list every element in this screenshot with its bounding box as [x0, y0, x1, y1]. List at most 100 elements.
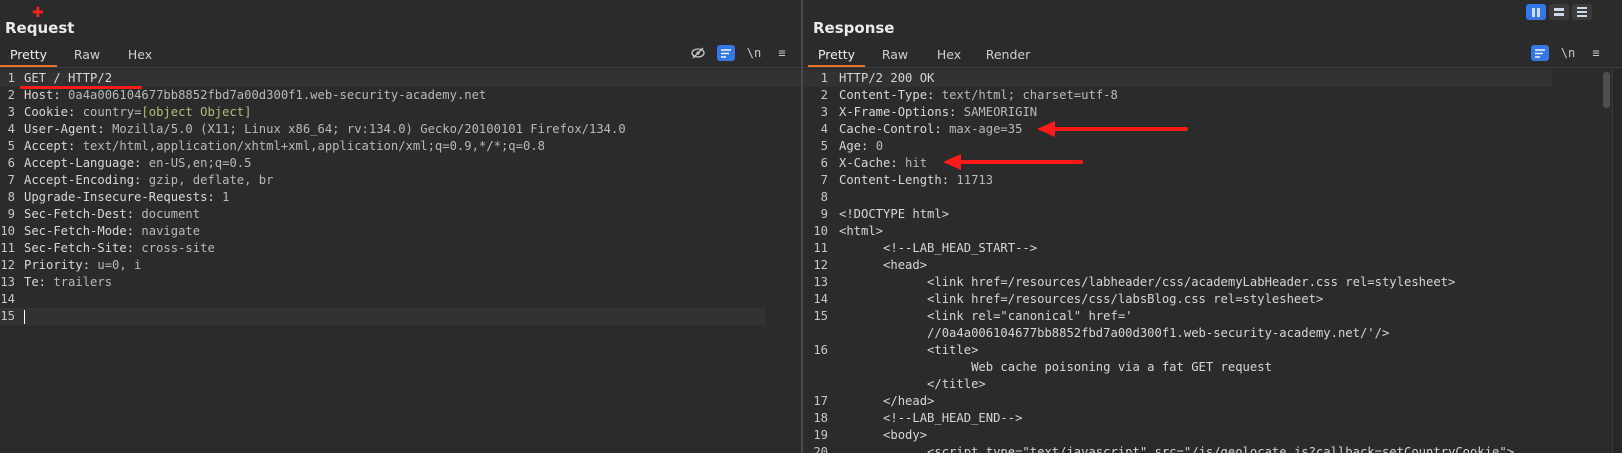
request-tab-pretty[interactable]: Pretty — [0, 43, 57, 67]
code-line[interactable]: 9 Sec-Fetch-Dest: document — [0, 206, 801, 223]
code-line[interactable]: 16 <title> — [803, 342, 1622, 359]
response-scrollbar[interactable] — [1603, 72, 1610, 108]
response-tab-pretty[interactable]: Pretty — [808, 43, 865, 67]
response-tab-raw[interactable]: Raw — [865, 43, 925, 67]
code-text: Upgrade-Insecure-Requests: 1 — [24, 189, 229, 206]
layout-tabs-icon[interactable] — [1572, 4, 1592, 20]
line-number: 15 — [0, 309, 15, 323]
header-name: Content-Length: — [839, 173, 957, 187]
code-line[interactable]: 3 X-Frame-Options: SAMEORIGIN — [803, 104, 1622, 121]
code-line[interactable]: 2 Content-Type: text/html; charset=utf-8 — [803, 87, 1622, 104]
code-line[interactable]: 4 User-Agent: Mozilla/5.0 (X11; Linux x86… — [0, 121, 801, 138]
line-number: 10 — [813, 224, 828, 238]
code-line[interactable]: 11 Sec-Fetch-Site: cross-site — [0, 240, 801, 257]
code-line[interactable]: 2 Host: 0a4a006104677bb8852fbd7a00d300f1.… — [0, 87, 801, 104]
code-line[interactable]: 1 HTTP/2 200 OK — [803, 70, 1552, 87]
code-line[interactable]: 6 Accept-Language: en-US,en;q=0.5 — [0, 155, 801, 172]
code-text: Content-Type: text/html; charset=utf-8 — [839, 87, 1118, 104]
code-line[interactable]: 14 <link href=/resources/css/labsBlog.cs… — [803, 291, 1622, 308]
header-value: country= — [82, 105, 142, 119]
request-tab-hex[interactable]: Hex — [117, 43, 163, 67]
pretty-format-icon[interactable] — [717, 45, 735, 61]
line-number: 13 — [0, 275, 15, 289]
response-tabs-divider — [803, 67, 1622, 68]
newline-toggle-icon[interactable]: \n — [1554, 44, 1582, 62]
response-tabs: Pretty Raw Hex Render — [808, 43, 1043, 67]
hide-eye-icon[interactable] — [684, 44, 712, 62]
code-line[interactable]: 7 Accept-Encoding: gzip, deflate, br — [0, 172, 801, 189]
header-name: X-Frame-Options: — [839, 105, 964, 119]
pretty-format-icon[interactable] — [1531, 45, 1549, 61]
line-number: 12 — [813, 258, 828, 272]
header-name: User-Agent: — [24, 122, 113, 136]
line-number: 5 — [820, 139, 828, 153]
code-text: <!DOCTYPE html> — [839, 206, 949, 223]
header-name: Priority: — [24, 258, 98, 272]
code-line[interactable]: //0a4a006104677bb8852fbd7a00d300f1.web-s… — [803, 325, 1622, 342]
code-line[interactable]: 9 <!DOCTYPE html> — [803, 206, 1622, 223]
line-number: 9 — [820, 207, 828, 221]
code-text: <!--LAB_HEAD_START--> — [839, 240, 1037, 257]
markup-text: HTTP/2 200 OK — [839, 71, 935, 85]
code-line[interactable]: 4 Cache-Control: max-age=35 — [803, 121, 1622, 138]
code-line[interactable]: 10 <html> — [803, 223, 1622, 240]
markup-text: <!DOCTYPE html> — [839, 207, 950, 221]
code-line[interactable]: 1 GET / HTTP/2 — [0, 70, 801, 87]
code-text: </head> — [839, 393, 934, 410]
header-value: trailers — [53, 275, 113, 289]
code-line[interactable]: 8 — [803, 189, 1622, 206]
markup-text: <body> — [839, 428, 928, 442]
code-line[interactable]: 5 Accept: text/html,application/xhtml+xml… — [0, 138, 801, 155]
code-line[interactable]: 11 <!--LAB_HEAD_START--> — [803, 240, 1622, 257]
header-name: Sec-Fetch-Site: — [24, 241, 142, 255]
header-name: Cookie: — [24, 105, 83, 119]
code-text: Accept: text/html,application/xhtml+xml,… — [24, 138, 545, 155]
code-text: <body> — [839, 427, 927, 444]
line-number: 13 — [813, 275, 828, 289]
code-line[interactable]: 13 Te: trailers — [0, 274, 801, 291]
menu-icon[interactable]: ≡ — [1582, 44, 1610, 62]
request-tab-raw[interactable]: Raw — [57, 43, 117, 67]
code-line[interactable]: 12 <head> — [803, 257, 1622, 274]
code-text: GET / HTTP/2 — [24, 70, 112, 87]
code-line[interactable]: 18 <!--LAB_HEAD_END--> — [803, 410, 1622, 427]
layout-stacked-icon[interactable] — [1549, 4, 1569, 20]
code-text: Age: 0 — [839, 138, 883, 155]
code-line[interactable]: 17 </head> — [803, 393, 1622, 410]
code-line[interactable]: 10 Sec-Fetch-Mode: navigate — [0, 223, 801, 240]
response-tab-hex[interactable]: Hex — [925, 43, 973, 67]
markup-text: <link href=/resources/css/labsBlog.css r… — [839, 292, 1324, 306]
code-line[interactable]: 12 Priority: u=0, i — [0, 257, 801, 274]
code-line[interactable]: 3 Cookie: country=[object Object] — [0, 104, 801, 121]
code-text: X-Frame-Options: SAMEORIGIN — [839, 104, 1037, 121]
code-line[interactable]: </title> — [803, 376, 1622, 393]
line-number: 4 — [7, 122, 15, 136]
code-line[interactable]: 14 — [0, 291, 801, 308]
code-line[interactable]: 5 Age: 0 — [803, 138, 1622, 155]
code-line[interactable]: 6 X-Cache: hit — [803, 155, 1622, 172]
code-text: Accept-Language: en-US,en;q=0.5 — [24, 155, 251, 172]
header-value: text/html,application/xhtml+xml,applicat… — [82, 139, 545, 153]
code-line[interactable]: 7 Content-Length: 11713 — [803, 172, 1622, 189]
code-line[interactable]: 15 <link rel="canonical" href=' — [803, 308, 1622, 325]
markup-text: <script type="text/javascript" src="/js/… — [839, 445, 1515, 453]
menu-icon[interactable]: ≡ — [768, 44, 796, 62]
response-tab-render[interactable]: Render — [973, 43, 1043, 67]
response-toolbar: \n ≡ — [1526, 44, 1610, 62]
code-text: Cache-Control: max-age=35 — [839, 121, 1022, 138]
response-editor[interactable]: 1 HTTP/2 200 OK 2 Content-Type: text/html; … — [803, 70, 1622, 453]
code-line[interactable]: 20 <script type="text/javascript" src="/… — [803, 444, 1622, 453]
request-editor[interactable]: 1 GET / HTTP/2 2 Host: 0a4a006104677bb8852f… — [0, 70, 801, 453]
code-text: Accept-Encoding: gzip, deflate, br — [24, 172, 274, 189]
markup-text: <link rel="canonical" href=' — [839, 309, 1133, 323]
line-number: 18 — [813, 411, 828, 425]
code-line[interactable]: 19 <body> — [803, 427, 1622, 444]
code-line[interactable]: 13 <link href=/resources/labheader/css/a… — [803, 274, 1622, 291]
code-line[interactable]: 15 — [0, 308, 766, 325]
request-tabs: Pretty Raw Hex — [0, 43, 163, 67]
header-value: Mozilla/5.0 (X11; Linux x86_64; rv:134.0… — [112, 122, 626, 136]
newline-toggle-icon[interactable]: \n — [740, 44, 768, 62]
code-line[interactable]: 8 Upgrade-Insecure-Requests: 1 — [0, 189, 801, 206]
layout-side-by-side-icon[interactable] — [1526, 4, 1546, 20]
code-line[interactable]: Web cache poisoning via a fat GET reques… — [803, 359, 1622, 376]
